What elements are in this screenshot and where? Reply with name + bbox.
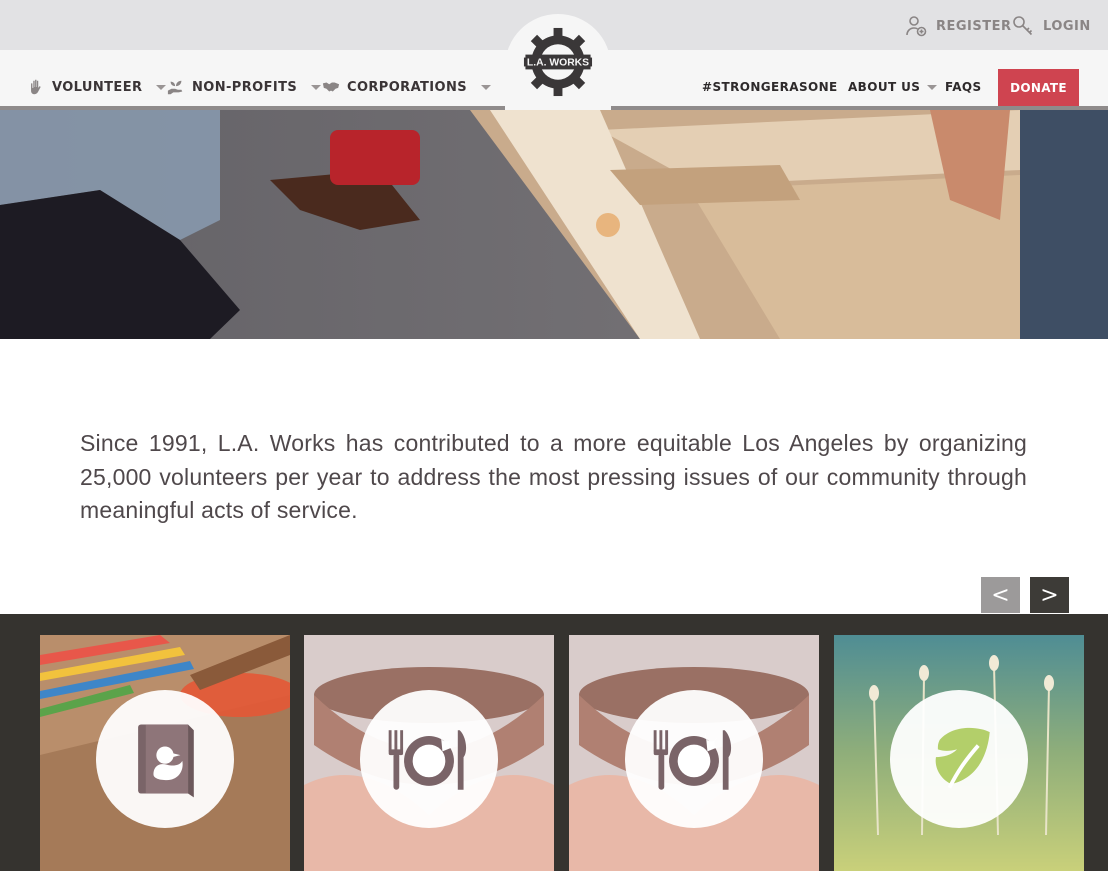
carousel-next-button[interactable]: > — [1030, 577, 1069, 613]
hero-image — [0, 110, 1108, 339]
nav-non-profits-label: NON-PROFITS — [192, 79, 298, 95]
book-duck-icon — [138, 724, 194, 798]
chevron-down-icon — [156, 84, 167, 90]
leaf-icon — [935, 727, 990, 789]
raised-hand-icon — [31, 79, 41, 95]
card-icon-badge — [890, 690, 1028, 828]
nav-about-us[interactable]: ABOUT US — [848, 80, 938, 94]
chevron-down-icon — [481, 84, 492, 90]
chevron-left-icon: < — [991, 582, 1010, 608]
login-label: LOGIN — [1043, 18, 1091, 34]
mission-statement: Since 1991, L.A. Works has contributed t… — [80, 430, 1027, 523]
nav-corporations-label: CORPORATIONS — [347, 79, 468, 95]
nav-volunteer[interactable]: VOLUNTEER — [27, 78, 167, 96]
carousel-prev-button[interactable]: < — [981, 577, 1020, 613]
logo-link[interactable]: L.A. WORKS — [505, 14, 611, 110]
card-icon-badge — [360, 690, 498, 828]
user-plus-icon — [906, 16, 927, 37]
cause-card-hunger[interactable] — [304, 635, 554, 871]
nav-corporations[interactable]: CORPORATIONS — [322, 78, 492, 96]
cause-card-environment[interactable] — [834, 635, 1084, 871]
hand-plant-icon — [167, 80, 183, 95]
nav-non-profits[interactable]: NON-PROFITS — [167, 78, 322, 96]
nav-about-us-label: ABOUT US — [848, 80, 921, 94]
chevron-down-icon — [927, 84, 938, 90]
nav-faqs[interactable]: FAQS — [945, 80, 982, 94]
register-label: REGISTER — [936, 18, 1012, 34]
chevron-down-icon — [311, 84, 322, 90]
hero-photo-volunteers-building — [0, 110, 1108, 339]
nav-volunteer-label: VOLUNTEER — [52, 79, 143, 95]
card-icon-badge — [96, 690, 234, 828]
gear-logo: L.A. WORKS — [523, 27, 593, 97]
donate-button[interactable]: DONATE — [998, 69, 1079, 106]
fork-plate-knife-icon — [653, 730, 732, 790]
register-link[interactable]: REGISTER — [904, 14, 1012, 38]
nav-faqs-label: FAQS — [945, 80, 982, 94]
nav-stronger-as-one-label: #STRONGERASONE — [702, 80, 838, 94]
login-link[interactable]: LOGIN — [1011, 14, 1091, 38]
card-icon-badge — [625, 690, 763, 828]
chevron-right-icon: > — [1040, 582, 1059, 608]
donate-label: DONATE — [1010, 80, 1067, 95]
handshake-icon — [322, 82, 340, 92]
logo-text: L.A. WORKS — [527, 58, 589, 69]
cause-card-hunger-2[interactable] — [569, 635, 819, 871]
nav-stronger-as-one[interactable]: #STRONGERASONE — [702, 80, 838, 94]
fork-plate-knife-icon — [388, 730, 467, 790]
cause-card-education[interactable] — [40, 635, 290, 871]
key-icon — [1013, 16, 1033, 36]
